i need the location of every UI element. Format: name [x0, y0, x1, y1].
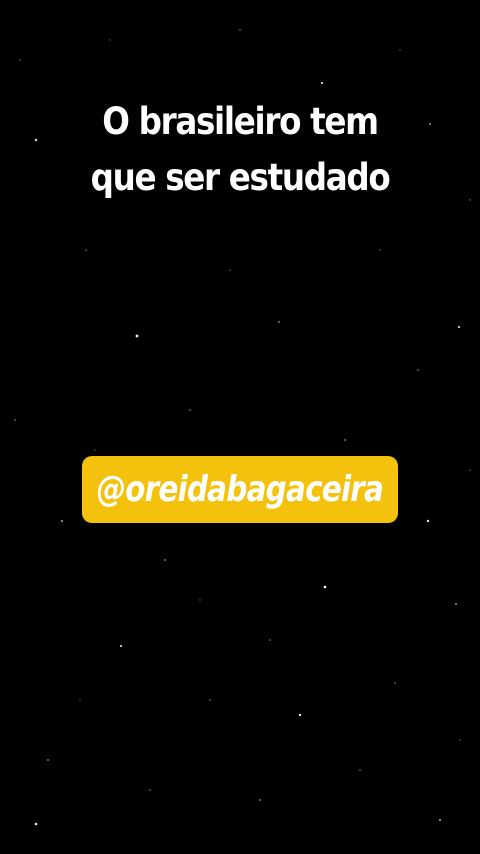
headline-line-2: que ser estudado: [90, 156, 391, 199]
video-frame: O brasileiro tem que ser estudado @oreid…: [0, 0, 480, 854]
headline-line-1: O brasileiro tem: [102, 100, 379, 143]
handle-text: @oreidabagaceira: [96, 469, 384, 510]
handle-badge: @oreidabagaceira: [82, 456, 398, 523]
headline-caption: O brasileiro tem que ser estudado: [29, 94, 451, 206]
